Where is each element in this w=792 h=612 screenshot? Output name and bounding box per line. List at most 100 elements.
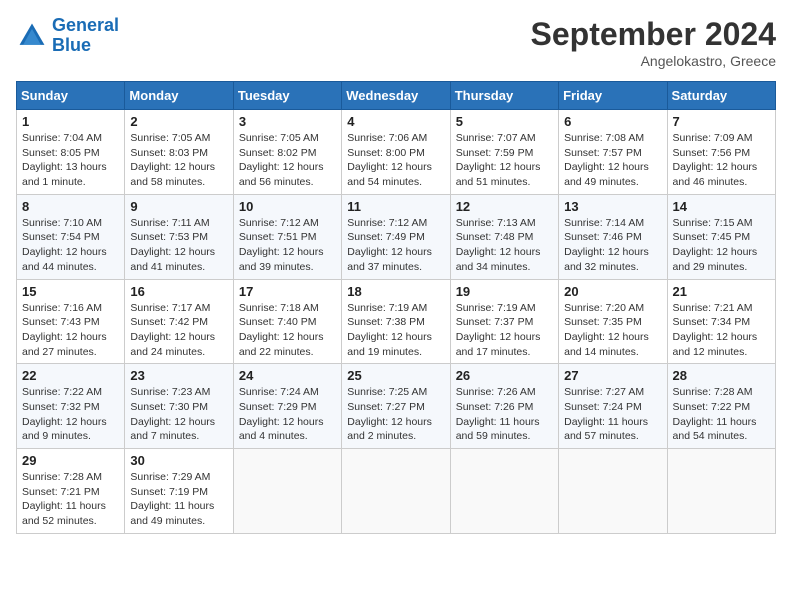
day-cell: 14Sunrise: 7:15 AM Sunset: 7:45 PM Dayli… <box>667 194 775 279</box>
day-cell <box>450 449 558 534</box>
day-info: Sunrise: 7:05 AM Sunset: 8:03 PM Dayligh… <box>130 131 227 190</box>
day-info: Sunrise: 7:29 AM Sunset: 7:19 PM Dayligh… <box>130 470 227 529</box>
day-number: 15 <box>22 284 119 299</box>
day-cell: 29 Sunrise: 7:28 AM Sunset: 7:21 PM Dayli… <box>17 449 125 534</box>
day-number: 17 <box>239 284 336 299</box>
day-info: Sunrise: 7:26 AM Sunset: 7:26 PM Dayligh… <box>456 385 553 444</box>
day-info: Sunrise: 7:05 AM Sunset: 8:02 PM Dayligh… <box>239 131 336 190</box>
day-info: Sunrise: 7:12 AM Sunset: 7:49 PM Dayligh… <box>347 216 444 275</box>
day-number: 19 <box>456 284 553 299</box>
week-row-2: 8 Sunrise: 7:10 AM Sunset: 7:54 PM Daylig… <box>17 194 776 279</box>
day-cell: 26 Sunrise: 7:26 AM Sunset: 7:26 PM Dayli… <box>450 364 558 449</box>
day-number: 26 <box>456 368 553 383</box>
day-number: 13 <box>564 199 661 214</box>
day-cell: 28Sunrise: 7:28 AM Sunset: 7:22 PM Dayli… <box>667 364 775 449</box>
day-number: 23 <box>130 368 227 383</box>
calendar-table: SundayMondayTuesdayWednesdayThursdayFrid… <box>16 81 776 534</box>
day-number: 21 <box>673 284 770 299</box>
day-info: Sunrise: 7:21 AM Sunset: 7:34 PM Dayligh… <box>673 301 770 360</box>
day-cell: 12 Sunrise: 7:13 AM Sunset: 7:48 PM Dayli… <box>450 194 558 279</box>
day-info: Sunrise: 7:18 AM Sunset: 7:40 PM Dayligh… <box>239 301 336 360</box>
day-number: 9 <box>130 199 227 214</box>
week-row-3: 15 Sunrise: 7:16 AM Sunset: 7:43 PM Dayli… <box>17 279 776 364</box>
day-info: Sunrise: 7:20 AM Sunset: 7:35 PM Dayligh… <box>564 301 661 360</box>
day-cell: 20 Sunrise: 7:20 AM Sunset: 7:35 PM Dayli… <box>559 279 667 364</box>
day-cell: 21 Sunrise: 7:21 AM Sunset: 7:34 PM Dayli… <box>667 279 775 364</box>
day-info: Sunrise: 7:28 AM Sunset: 7:22 PM Dayligh… <box>673 385 770 444</box>
day-info: Sunrise: 7:28 AM Sunset: 7:21 PM Dayligh… <box>22 470 119 529</box>
day-number: 24 <box>239 368 336 383</box>
day-info: Sunrise: 7:08 AM Sunset: 7:57 PM Dayligh… <box>564 131 661 190</box>
title-block: September 2024 Angelokastro, Greece <box>531 16 776 69</box>
day-cell: 1 Sunrise: 7:04 AM Sunset: 8:05 PM Daylig… <box>17 110 125 195</box>
day-info: Sunrise: 7:14 AM Sunset: 7:46 PM Dayligh… <box>564 216 661 275</box>
week-row-1: 1 Sunrise: 7:04 AM Sunset: 8:05 PM Daylig… <box>17 110 776 195</box>
day-number: 29 <box>22 453 119 468</box>
day-number: 1 <box>22 114 119 129</box>
day-number: 3 <box>239 114 336 129</box>
day-info: Sunrise: 7:13 AM Sunset: 7:48 PM Dayligh… <box>456 216 553 275</box>
day-cell: 13 Sunrise: 7:14 AM Sunset: 7:46 PM Dayli… <box>559 194 667 279</box>
day-number: 30 <box>130 453 227 468</box>
day-number: 18 <box>347 284 444 299</box>
logo-icon <box>16 20 48 52</box>
day-info: Sunrise: 7:27 AM Sunset: 7:24 PM Dayligh… <box>564 385 661 444</box>
header-cell-tuesday: Tuesday <box>233 82 341 110</box>
day-info: Sunrise: 7:23 AM Sunset: 7:30 PM Dayligh… <box>130 385 227 444</box>
day-info: Sunrise: 7:09 AM Sunset: 7:56 PM Dayligh… <box>673 131 770 190</box>
header-cell-monday: Monday <box>125 82 233 110</box>
day-cell: 8 Sunrise: 7:10 AM Sunset: 7:54 PM Daylig… <box>17 194 125 279</box>
day-number: 7 <box>673 114 770 129</box>
day-info: Sunrise: 7:12 AM Sunset: 7:51 PM Dayligh… <box>239 216 336 275</box>
day-cell: 16 Sunrise: 7:17 AM Sunset: 7:42 PM Dayli… <box>125 279 233 364</box>
day-number: 20 <box>564 284 661 299</box>
day-info: Sunrise: 7:06 AM Sunset: 8:00 PM Dayligh… <box>347 131 444 190</box>
day-number: 11 <box>347 199 444 214</box>
day-number: 5 <box>456 114 553 129</box>
day-info: Sunrise: 7:04 AM Sunset: 8:05 PM Dayligh… <box>22 131 119 190</box>
week-row-4: 22Sunrise: 7:22 AM Sunset: 7:32 PM Dayli… <box>17 364 776 449</box>
day-info: Sunrise: 7:11 AM Sunset: 7:53 PM Dayligh… <box>130 216 227 275</box>
day-number: 22 <box>22 368 119 383</box>
day-cell: 2Sunrise: 7:05 AM Sunset: 8:03 PM Daylig… <box>125 110 233 195</box>
day-number: 14 <box>673 199 770 214</box>
header-cell-sunday: Sunday <box>17 82 125 110</box>
header-cell-saturday: Saturday <box>667 82 775 110</box>
day-cell: 19 Sunrise: 7:19 AM Sunset: 7:37 PM Dayli… <box>450 279 558 364</box>
day-cell: 25Sunrise: 7:25 AM Sunset: 7:27 PM Dayli… <box>342 364 450 449</box>
day-info: Sunrise: 7:19 AM Sunset: 7:37 PM Dayligh… <box>456 301 553 360</box>
header-cell-friday: Friday <box>559 82 667 110</box>
day-cell: 23 Sunrise: 7:23 AM Sunset: 7:30 PM Dayli… <box>125 364 233 449</box>
day-cell: 5 Sunrise: 7:07 AM Sunset: 7:59 PM Daylig… <box>450 110 558 195</box>
day-cell: 10 Sunrise: 7:12 AM Sunset: 7:51 PM Dayli… <box>233 194 341 279</box>
day-number: 16 <box>130 284 227 299</box>
day-cell: 4Sunrise: 7:06 AM Sunset: 8:00 PM Daylig… <box>342 110 450 195</box>
day-number: 27 <box>564 368 661 383</box>
day-info: Sunrise: 7:07 AM Sunset: 7:59 PM Dayligh… <box>456 131 553 190</box>
week-row-5: 29 Sunrise: 7:28 AM Sunset: 7:21 PM Dayli… <box>17 449 776 534</box>
day-info: Sunrise: 7:17 AM Sunset: 7:42 PM Dayligh… <box>130 301 227 360</box>
day-cell: 30 Sunrise: 7:29 AM Sunset: 7:19 PM Dayli… <box>125 449 233 534</box>
logo-text: General Blue <box>52 16 119 56</box>
day-number: 12 <box>456 199 553 214</box>
day-cell <box>559 449 667 534</box>
day-cell: 15 Sunrise: 7:16 AM Sunset: 7:43 PM Dayli… <box>17 279 125 364</box>
day-cell: 24 Sunrise: 7:24 AM Sunset: 7:29 PM Dayli… <box>233 364 341 449</box>
day-cell: 18Sunrise: 7:19 AM Sunset: 7:38 PM Dayli… <box>342 279 450 364</box>
day-cell: 6Sunrise: 7:08 AM Sunset: 7:57 PM Daylig… <box>559 110 667 195</box>
day-info: Sunrise: 7:24 AM Sunset: 7:29 PM Dayligh… <box>239 385 336 444</box>
day-info: Sunrise: 7:16 AM Sunset: 7:43 PM Dayligh… <box>22 301 119 360</box>
day-cell: 11 Sunrise: 7:12 AM Sunset: 7:49 PM Dayli… <box>342 194 450 279</box>
day-number: 8 <box>22 199 119 214</box>
day-number: 10 <box>239 199 336 214</box>
day-cell: 9 Sunrise: 7:11 AM Sunset: 7:53 PM Daylig… <box>125 194 233 279</box>
day-cell <box>667 449 775 534</box>
day-info: Sunrise: 7:25 AM Sunset: 7:27 PM Dayligh… <box>347 385 444 444</box>
day-cell <box>233 449 341 534</box>
day-info: Sunrise: 7:10 AM Sunset: 7:54 PM Dayligh… <box>22 216 119 275</box>
header-cell-thursday: Thursday <box>450 82 558 110</box>
day-cell: 22Sunrise: 7:22 AM Sunset: 7:32 PM Dayli… <box>17 364 125 449</box>
day-cell: 3 Sunrise: 7:05 AM Sunset: 8:02 PM Daylig… <box>233 110 341 195</box>
day-cell <box>342 449 450 534</box>
page-header: General Blue September 2024 Angelokastro… <box>16 16 776 69</box>
